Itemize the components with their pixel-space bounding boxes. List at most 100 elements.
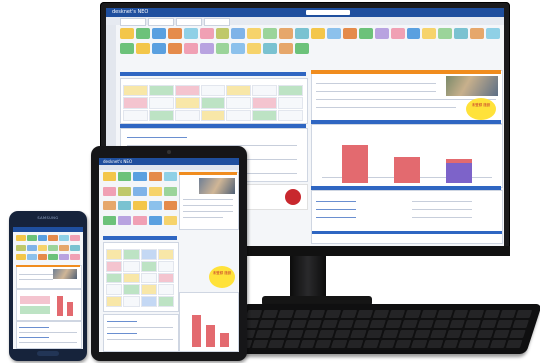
status-badge[interactable]: 未登録 施設: [466, 98, 496, 120]
app-icon[interactable]: [199, 43, 214, 54]
desktop-tab-3[interactable]: [176, 18, 202, 26]
smartphone-device: SAMSUNG: [9, 211, 87, 361]
keyboard: [225, 304, 540, 354]
app-icon[interactable]: [247, 28, 262, 39]
app-icon[interactable]: [103, 186, 117, 196]
app-icon[interactable]: [59, 254, 70, 261]
app-icon[interactable]: [26, 254, 37, 261]
app-icon[interactable]: [70, 254, 80, 261]
app-icon[interactable]: [37, 244, 48, 251]
app-icon[interactable]: [247, 43, 262, 54]
app-icon[interactable]: [118, 172, 132, 181]
app-icon[interactable]: [48, 235, 59, 241]
app-icon[interactable]: [16, 235, 26, 241]
app-icon[interactable]: [311, 28, 325, 39]
app-icon[interactable]: [103, 172, 117, 181]
app-icon[interactable]: [454, 28, 469, 39]
app-icon[interactable]: [26, 244, 37, 251]
schedule-panel-header: [120, 72, 306, 76]
camera-icon: [167, 150, 171, 154]
app-icon[interactable]: [231, 43, 246, 54]
desktop-tab-1[interactable]: [120, 18, 146, 26]
app-icon[interactable]: [70, 235, 80, 241]
app-icon[interactable]: [118, 215, 132, 225]
calendar-grid: [123, 85, 303, 121]
app-icon[interactable]: [279, 28, 294, 39]
tablet-list-panel: [103, 314, 179, 352]
tablet-status-badge[interactable]: 未登録 施設: [209, 266, 235, 288]
app-icon[interactable]: [167, 43, 182, 54]
app-icon[interactable]: [279, 43, 294, 54]
app-icon[interactable]: [59, 235, 70, 241]
app-icon[interactable]: [183, 28, 198, 39]
app-icon[interactable]: [135, 28, 150, 39]
app-icon[interactable]: [133, 215, 147, 225]
app-icon[interactable]: [120, 43, 134, 54]
app-icon[interactable]: [215, 28, 230, 39]
app-icon[interactable]: [148, 201, 162, 210]
app-icon[interactable]: [70, 244, 80, 251]
app-icon[interactable]: [59, 244, 70, 251]
app-icon[interactable]: [16, 244, 26, 251]
app-icon[interactable]: [422, 28, 437, 39]
app-icon[interactable]: [163, 215, 177, 225]
app-icon[interactable]: [103, 201, 117, 210]
desktop-tab-4[interactable]: [204, 18, 230, 26]
app-icon[interactable]: [133, 186, 147, 196]
app-icon[interactable]: [326, 28, 341, 39]
tablet-tab-bar[interactable]: [99, 165, 239, 170]
app-icon[interactable]: [163, 172, 177, 181]
app-icon[interactable]: [374, 28, 389, 39]
tablet-device: desknet's NEO 未登録 施設: [91, 146, 247, 361]
tablet-schedule-header: [103, 236, 177, 240]
app-icon[interactable]: [48, 244, 59, 251]
app-icon[interactable]: [438, 28, 453, 39]
app-icon[interactable]: [342, 28, 357, 39]
promo-icon: [285, 189, 301, 205]
home-button[interactable]: [37, 351, 59, 356]
app-icon[interactable]: [148, 186, 162, 196]
tablet-app-icon-grid: [103, 172, 177, 228]
app-icon[interactable]: [295, 28, 309, 39]
app-icon[interactable]: [16, 254, 26, 261]
app-icon[interactable]: [120, 28, 134, 39]
app-icon[interactable]: [26, 235, 37, 241]
promo-banner[interactable]: [246, 184, 308, 210]
app-icon[interactable]: [406, 28, 421, 39]
app-icon[interactable]: [163, 201, 177, 210]
app-icon[interactable]: [135, 43, 150, 54]
app-icon[interactable]: [263, 43, 278, 54]
schedule-calendar[interactable]: [120, 78, 308, 124]
phone-news-photo: [53, 269, 77, 279]
app-icon[interactable]: [390, 28, 405, 39]
app-icon[interactable]: [295, 43, 309, 54]
app-icon[interactable]: [37, 254, 48, 261]
app-icon[interactable]: [163, 186, 177, 196]
tablet-screen: desknet's NEO 未登録 施設: [99, 158, 239, 352]
app-icon[interactable]: [183, 43, 198, 54]
app-icon[interactable]: [151, 28, 166, 39]
app-icon[interactable]: [148, 215, 162, 225]
app-icon[interactable]: [263, 28, 278, 39]
tablet-schedule-calendar[interactable]: [103, 242, 179, 312]
desktop-tab-2[interactable]: [148, 18, 174, 26]
app-icon[interactable]: [37, 235, 48, 241]
app-icon[interactable]: [167, 28, 182, 39]
app-icon[interactable]: [470, 28, 485, 39]
app-icon[interactable]: [151, 43, 166, 54]
keyboard-keys: [235, 310, 533, 348]
app-icon[interactable]: [133, 172, 147, 181]
app-icon[interactable]: [231, 28, 246, 39]
app-icon[interactable]: [358, 28, 373, 39]
app-icon[interactable]: [103, 215, 117, 225]
app-icon[interactable]: [148, 172, 162, 181]
phone-list-panel: [16, 321, 82, 349]
desktop-search-input[interactable]: [306, 10, 350, 15]
app-icon[interactable]: [215, 43, 230, 54]
app-icon[interactable]: [48, 254, 59, 261]
app-icon[interactable]: [133, 201, 147, 210]
app-icon[interactable]: [118, 186, 132, 196]
app-icon[interactable]: [199, 28, 214, 39]
app-icon[interactable]: [118, 201, 132, 210]
app-icon[interactable]: [486, 28, 500, 39]
